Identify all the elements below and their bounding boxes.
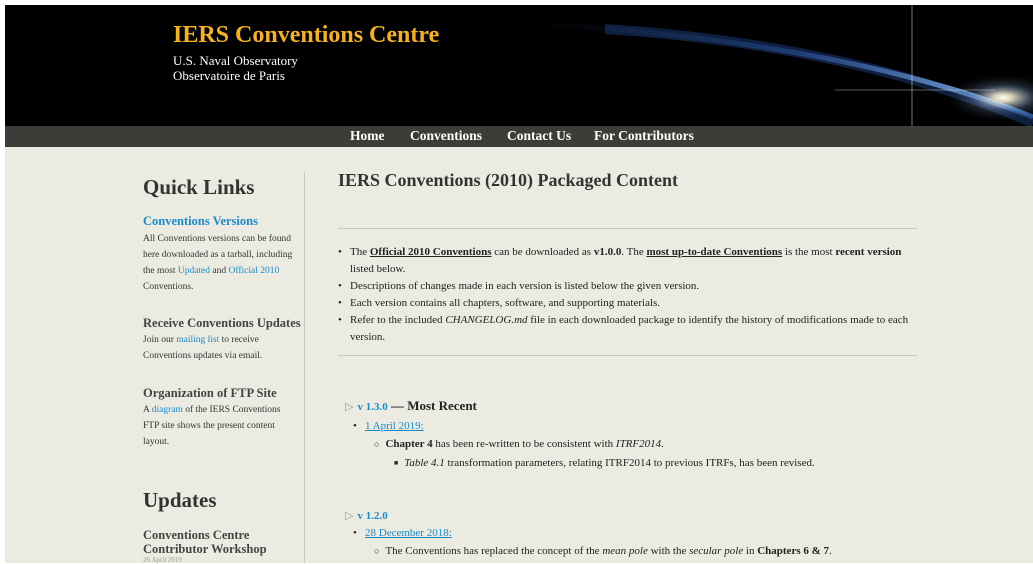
nav-contact-us[interactable]: Contact Us — [507, 128, 571, 144]
date-1-april-2019-link[interactable]: 1 April 2019: — [365, 420, 424, 432]
nav-home[interactable]: Home — [350, 128, 385, 144]
mailing-list-link[interactable]: mailing list — [176, 335, 219, 345]
intro-bullet-2: Descriptions of changes made in each ver… — [338, 278, 918, 295]
sidebar-divider — [304, 172, 305, 563]
intro-bullet-3: Each version contains all chapters, soft… — [338, 295, 918, 312]
version-1-3-0-date-item: • 1 April 2019: — [353, 420, 424, 432]
intro-bullet-1: The Official 2010 Conventions can be dow… — [338, 244, 918, 278]
nav-for-contributors[interactable]: For Contributors — [594, 128, 694, 144]
ftp-organization-heading: Organization of FTP Site — [143, 386, 277, 400]
subtitle-paris: Observatoire de Paris — [173, 68, 285, 83]
nav-conventions[interactable]: Conventions — [410, 128, 482, 144]
intro-list: The Official 2010 Conventions can be dow… — [338, 244, 918, 346]
quick-links-title: Quick Links — [143, 175, 255, 199]
receive-updates-text: Join our mailing list to receive Convent… — [143, 335, 263, 361]
main-nav: Home Conventions Contact Us For Contribu… — [5, 126, 1033, 147]
diagram-link[interactable]: diagram — [152, 405, 183, 415]
version-1-2-0-row[interactable]: ▷ v 1.2.0 — [345, 509, 388, 522]
version-1-3-0-change: ○ Chapter 4 has been re-written to be con… — [374, 438, 664, 450]
version-1-2-0-link[interactable]: v 1.2.0 — [357, 510, 387, 522]
version-1-3-0-row[interactable]: ▷ v 1.3.0 — Most Recent — [345, 398, 477, 414]
updated-link[interactable]: Updated — [178, 266, 210, 276]
bottom-divider — [338, 355, 917, 356]
page-title: IERS Conventions (2010) Packaged Content — [338, 170, 679, 190]
version-1-3-0-subchange: ■ Table 4.1 transformation parameters, re… — [394, 457, 815, 469]
subtitle-usno: U.S. Naval Observatory — [173, 53, 298, 68]
earth-horizon-image — [484, 5, 1033, 126]
intro-bullet-4: Refer to the included CHANGELOG.md file … — [338, 312, 918, 346]
top-divider — [338, 228, 917, 229]
version-1-2-0-change: ○ The Conventions has replaced the concep… — [374, 545, 832, 557]
site-header: IERS Conventions Centre U.S. Naval Obser… — [5, 5, 1033, 126]
official-2010-link[interactable]: Official 2010 — [229, 266, 280, 276]
site-title: IERS Conventions Centre — [173, 22, 440, 48]
expand-triangle-icon[interactable]: ▷ — [345, 510, 353, 522]
most-up-to-date-conventions-link[interactable]: most up-to-date Conventions — [646, 246, 782, 258]
version-1-3-0-link[interactable]: v 1.3.0 — [357, 401, 387, 413]
updates-title: Updates — [143, 488, 217, 512]
date-28-december-2018-link[interactable]: 28 December 2018: — [365, 527, 452, 539]
version-1-2-0-date-item: • 28 December 2018: — [353, 527, 452, 539]
conventions-versions-heading[interactable]: Conventions Versions — [143, 214, 258, 229]
conventions-versions-text: All Conventions versions can be found he… — [143, 234, 293, 292]
workshop-title[interactable]: Conventions Centre Contributor Workshop — [143, 528, 293, 556]
ftp-organization-text: A diagram of the IERS Conventions FTP si… — [143, 405, 281, 447]
official-2010-conventions-link[interactable]: Official 2010 Conventions — [370, 246, 492, 258]
expand-triangle-icon[interactable]: ▷ — [345, 401, 353, 413]
receive-updates-heading: Receive Conventions Updates — [143, 316, 301, 330]
most-recent-label: — Most Recent — [387, 398, 477, 413]
